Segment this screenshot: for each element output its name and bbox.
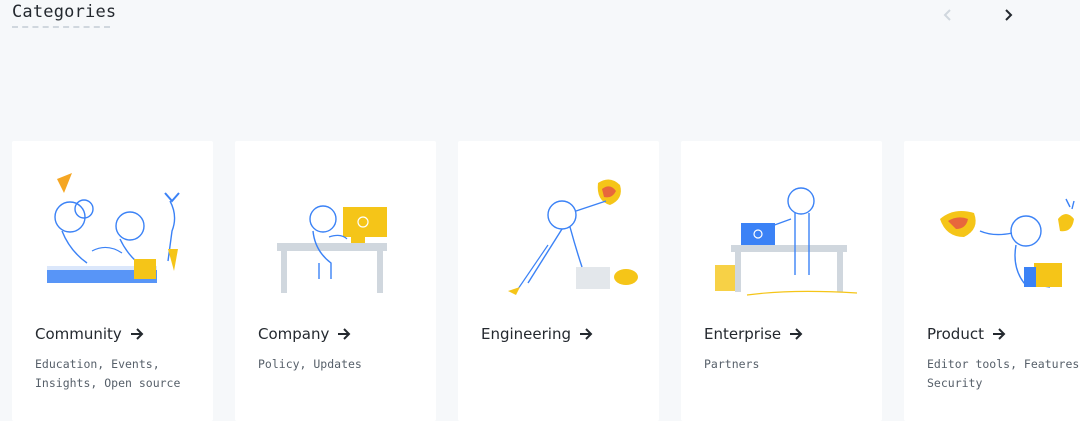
arrow-right-icon: [789, 328, 803, 340]
card-tags: Editor tools, Features, Security: [927, 357, 1080, 390]
card-title-label: Community: [35, 325, 122, 343]
title-underline: [12, 26, 110, 28]
carousel-prev-button[interactable]: [938, 4, 958, 26]
section-header: Categories: [12, 0, 116, 28]
card-title-label: Engineering: [481, 325, 571, 343]
arrow-right-icon: [337, 328, 351, 340]
chevron-left-icon: [943, 9, 951, 21]
category-card-enterprise[interactable]: Enterprise Partners: [681, 141, 882, 421]
product-illustration: [940, 198, 1075, 288]
enterprise-illustration: [715, 187, 858, 296]
card-title-label: Enterprise: [704, 325, 782, 343]
card-title: Engineering: [481, 325, 593, 343]
arrow-right-icon: [579, 328, 593, 340]
company-illustration: [277, 205, 387, 293]
carousel-nav: [938, 4, 1018, 26]
chevron-right-icon: [1005, 9, 1013, 21]
card-title: Community: [35, 325, 144, 343]
section-title: Categories: [12, 2, 117, 22]
card-tags: Policy, Updates: [258, 357, 362, 371]
card-title-label: Product: [927, 325, 984, 343]
card-tags: Partners: [704, 357, 760, 371]
arrow-right-icon: [130, 328, 144, 340]
card-title-label: Company: [258, 325, 330, 343]
community-illustration: [47, 173, 180, 283]
category-card-engineering[interactable]: Engineering: [458, 141, 659, 421]
card-title: Enterprise: [704, 325, 803, 343]
category-card-company[interactable]: Company Policy, Updates: [235, 141, 436, 421]
card-tags: Education, Events, Insights, Open source: [35, 357, 181, 390]
category-card-community[interactable]: Community Education, Events, Insights, O…: [12, 141, 213, 421]
category-cards: Community Education, Events, Insights, O…: [12, 141, 1080, 421]
category-card-product[interactable]: Product Editor tools, Features, Security: [904, 141, 1080, 421]
arrow-right-icon: [992, 328, 1006, 340]
card-title: Company: [258, 325, 351, 343]
engineering-illustration: [508, 179, 638, 295]
card-title: Product: [927, 325, 1006, 343]
carousel-next-button[interactable]: [998, 4, 1018, 26]
